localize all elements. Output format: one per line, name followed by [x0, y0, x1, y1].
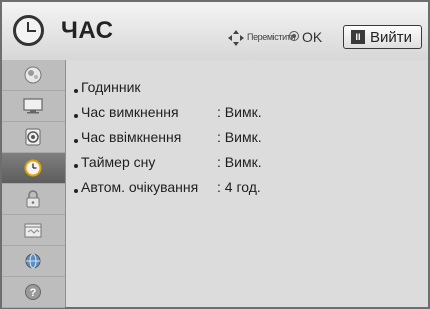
svg-text:?: ? — [30, 287, 37, 299]
menu-item-value: : Вимк. — [217, 154, 262, 170]
menu-item-label: Таймер сну — [81, 154, 156, 170]
sidebar-item-time[interactable] — [2, 153, 65, 184]
move-arrows-icon — [228, 30, 244, 46]
time-menu-screen: ЧАС Перемістити OK ІІ Вийти ? Годинник Ч… — [0, 0, 430, 309]
picture-icon — [24, 66, 42, 84]
exit-button-label: Вийти — [370, 29, 413, 46]
exit-key-icon: ІІ — [351, 30, 365, 44]
sidebar-item-lock[interactable] — [2, 184, 65, 215]
bullet-icon — [74, 114, 78, 118]
sidebar-item-screen[interactable] — [2, 91, 65, 122]
menu-header: ЧАС Перемістити OK ІІ Вийти — [2, 2, 428, 62]
bullet-icon — [74, 89, 78, 93]
menu-item-label: Час ввімкнення — [81, 129, 182, 145]
options-icon — [24, 223, 42, 238]
bullet-icon — [74, 164, 78, 168]
bullet-icon — [74, 139, 78, 143]
menu-item-value: : Вимк. — [217, 129, 262, 145]
time-clock-icon — [24, 159, 42, 177]
move-hint-label: Перемістити — [247, 32, 296, 42]
ok-hint-label: OK — [302, 29, 323, 45]
clock-icon — [13, 15, 44, 46]
audio-icon — [25, 128, 41, 146]
menu-item-value: : Вимк. — [217, 104, 262, 120]
help-icon: ? — [25, 284, 41, 300]
tv-screen-icon — [23, 98, 43, 114]
sidebar-item-network[interactable] — [2, 246, 65, 277]
menu-content: Годинник Час вимкнення : Вимк. Час ввімк… — [66, 60, 428, 307]
page-title: ЧАС — [61, 17, 114, 44]
menu-item-value: : 4 год. — [217, 179, 261, 195]
menu-item-label: Автом. очікування — [81, 179, 199, 195]
sidebar-item-help[interactable]: ? — [2, 277, 65, 308]
category-sidebar: ? — [2, 60, 66, 308]
ok-button-icon — [289, 31, 299, 41]
sidebar-item-options[interactable] — [2, 215, 65, 246]
exit-button[interactable]: ІІ Вийти — [343, 25, 422, 49]
lock-icon — [26, 190, 40, 208]
menu-item-label: Годинник — [81, 79, 141, 95]
bullet-icon — [74, 189, 78, 193]
network-icon — [25, 253, 41, 269]
sidebar-item-picture[interactable] — [2, 60, 65, 91]
menu-item-label: Час вимкнення — [81, 104, 179, 120]
sidebar-item-audio[interactable] — [2, 122, 65, 153]
